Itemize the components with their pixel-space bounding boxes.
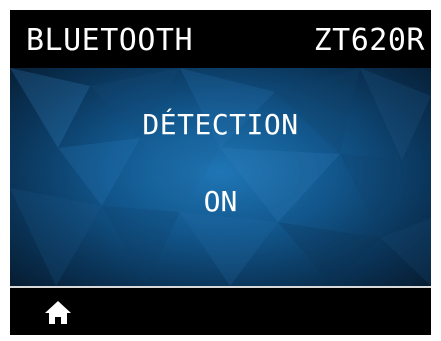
header-bar: BLUETOOTH ZT620R bbox=[10, 10, 431, 68]
home-button[interactable] bbox=[44, 298, 72, 326]
pattern-facet bbox=[381, 218, 431, 286]
footer-bar bbox=[10, 288, 431, 335]
setting-name: DÉTECTION bbox=[142, 108, 299, 141]
pattern-facet bbox=[102, 206, 180, 286]
printer-display: BLUETOOTH ZT620R DÉTECTION ON bbox=[10, 10, 431, 335]
home-icon bbox=[45, 301, 71, 324]
pattern-facet bbox=[278, 222, 381, 286]
setting-panel: DÉTECTION ON bbox=[10, 68, 431, 286]
pattern-facet bbox=[180, 212, 278, 286]
setting-value[interactable]: ON bbox=[10, 185, 431, 218]
section-title: BLUETOOTH bbox=[26, 23, 194, 58]
printer-model: ZT620R bbox=[313, 23, 425, 58]
background-pattern bbox=[10, 68, 431, 286]
